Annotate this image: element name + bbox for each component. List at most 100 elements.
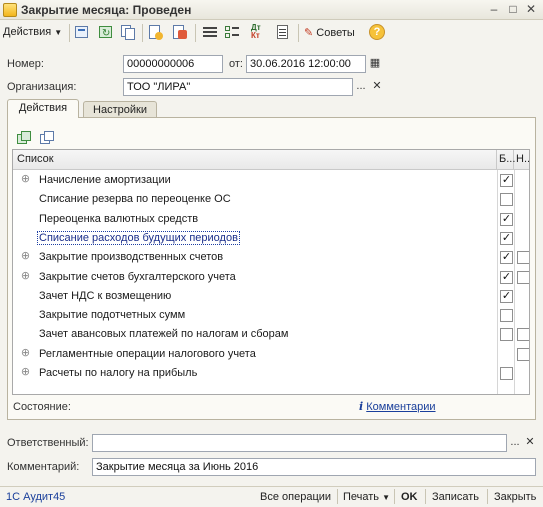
b-checkbox[interactable] xyxy=(500,309,513,323)
footer-separator xyxy=(394,489,395,504)
org-clear-icon[interactable]: ✕ xyxy=(369,79,385,95)
table-header: Список Б... Н... xyxy=(13,150,529,170)
responsible-select-button[interactable]: ... xyxy=(507,435,523,451)
settings-list-icon[interactable] xyxy=(223,24,241,41)
row-label: Регламентные операции налогового учета xyxy=(39,347,256,360)
help-icon[interactable]: ? xyxy=(369,24,385,40)
user-name: 1С Аудит45 xyxy=(6,491,66,503)
minimize-icon[interactable]: – xyxy=(486,2,502,17)
save-button[interactable]: Записать xyxy=(432,491,479,503)
expand-icon[interactable]: ⊕ xyxy=(20,270,31,282)
org-field[interactable]: ТОО "ЛИРА" xyxy=(123,78,353,96)
table-row[interactable]: ⊕ Расчеты по налогу на прибыль xyxy=(13,364,529,383)
responsible-field[interactable] xyxy=(92,434,507,452)
column-header-n[interactable]: Н... xyxy=(514,150,529,170)
advice-button[interactable]: ✎ Советы xyxy=(304,26,355,39)
responsible-clear-icon[interactable]: ✕ xyxy=(522,435,538,451)
table-row[interactable]: Зачет авансовых платежей по налогам и сб… xyxy=(13,325,529,344)
row-label: Закрытие счетов бухгалтерского учета xyxy=(39,270,236,283)
advice-label: Советы xyxy=(316,27,355,39)
b-checkbox[interactable]: ✓ xyxy=(500,270,513,284)
dt-kt-icon[interactable]: Дт Кт xyxy=(251,24,269,41)
title-bar: Закрытие месяца: Проведен – □ ✕ xyxy=(0,0,543,20)
create-based-on-icon[interactable] xyxy=(147,24,165,41)
actions-menu-label: Действия xyxy=(3,26,52,38)
toolbar-separator xyxy=(298,24,299,42)
info-icon: i xyxy=(359,400,364,413)
dropdown-arrow-icon: ▼ xyxy=(382,493,391,502)
report-icon[interactable] xyxy=(274,24,292,41)
expand-icon[interactable]: ⊕ xyxy=(20,347,31,359)
table-row[interactable]: Переоценка валютных средств ✓ xyxy=(13,210,529,229)
n-checkbox[interactable] xyxy=(517,270,529,284)
actions-menu[interactable]: Действия ▼ xyxy=(3,26,62,38)
close-button[interactable]: Закрыть xyxy=(494,491,536,503)
comment-label: Комментарий: xyxy=(7,461,80,473)
column-header-b[interactable]: Б... xyxy=(497,150,515,170)
b-checkbox[interactable]: ✓ xyxy=(500,212,513,226)
print-button[interactable]: Печать ▼ xyxy=(343,491,390,503)
footer-bar: 1С Аудит45 Все операции Печать ▼ OK Запи… xyxy=(0,486,543,507)
org-label: Организация: xyxy=(7,81,77,93)
print-label: Печать xyxy=(343,491,380,503)
responsible-label: Ответственный: xyxy=(7,437,89,449)
tab-actions[interactable]: Действия xyxy=(7,99,79,118)
b-checkbox[interactable]: ✓ xyxy=(500,251,513,265)
toolbar-separator xyxy=(195,24,196,42)
row-label: Зачет авансовых платежей по налогам и сб… xyxy=(39,328,289,341)
table-row[interactable]: Закрытие подотчетных сумм xyxy=(13,306,529,325)
row-label: Расчеты по налогу на прибыль xyxy=(39,367,198,379)
expand-icon[interactable]: ⊕ xyxy=(20,367,31,378)
comments-link[interactable]: i Комментарии xyxy=(359,400,436,413)
column-header-list[interactable]: Список xyxy=(13,150,497,170)
list-icon[interactable] xyxy=(201,24,219,41)
table-row[interactable]: Списание резерва по переоценке ОС xyxy=(13,190,529,209)
date-label: от: xyxy=(229,58,243,70)
ok-button[interactable]: OK xyxy=(401,491,418,503)
comments-link-label: Комментарии xyxy=(366,401,436,413)
b-checkbox[interactable]: ✓ xyxy=(500,174,513,187)
table-row[interactable]: Зачет НДС к возмещению ✓ xyxy=(13,287,529,306)
toolbar: Действия ▼ ↻ Дт Кт ✎ Советы ? xyxy=(0,21,543,45)
post-document-icon[interactable] xyxy=(73,24,91,41)
table-row[interactable]: ⊕ Закрытие производственных счетов ✓ xyxy=(13,248,529,267)
row-label: Списание резерва по переоценке ОС xyxy=(39,193,231,206)
table-row[interactable]: ⊕ Регламентные операции налогового учета xyxy=(13,345,529,364)
number-label: Номер: xyxy=(7,58,44,70)
advice-icon: ✎ xyxy=(304,27,314,39)
close-icon[interactable]: ✕ xyxy=(523,2,539,17)
check-all-icon[interactable] xyxy=(17,131,32,145)
b-checkbox[interactable] xyxy=(500,193,513,207)
expand-icon[interactable]: ⊕ xyxy=(20,251,31,262)
all-operations-button[interactable]: Все операции xyxy=(260,491,331,503)
org-select-button[interactable]: ... xyxy=(353,79,369,95)
uncheck-all-icon[interactable] xyxy=(40,131,55,145)
maximize-icon[interactable]: □ xyxy=(505,2,521,17)
date-field[interactable]: 30.06.2016 12:00:00 xyxy=(246,55,366,73)
row-label: Переоценка валютных средств xyxy=(39,212,199,225)
table-row[interactable]: ⊕ Закрытие счетов бухгалтерского учета ✓ xyxy=(13,268,529,287)
tab-settings[interactable]: Настройки xyxy=(83,101,157,118)
b-checkbox[interactable]: ✓ xyxy=(500,289,513,303)
n-checkbox[interactable] xyxy=(517,251,529,265)
n-checkbox[interactable] xyxy=(517,347,529,361)
b-checkbox[interactable] xyxy=(500,328,513,342)
toolbar-separator xyxy=(142,24,143,42)
copy-icon[interactable] xyxy=(120,24,138,41)
row-label: Списание расходов будущих периодов xyxy=(37,230,240,245)
n-checkbox[interactable] xyxy=(517,328,529,342)
comment-field[interactable]: Закрытие месяца за Июнь 2016 xyxy=(92,458,536,476)
toolbar-separator xyxy=(69,24,70,42)
window-title: Закрытие месяца: Проведен xyxy=(21,3,192,17)
expand-icon[interactable]: ⊕ xyxy=(20,174,31,185)
structure-icon[interactable] xyxy=(171,24,189,41)
refresh-icon[interactable]: ↻ xyxy=(97,24,115,41)
table-row[interactable]: Списание расходов будущих периодов ✓ xyxy=(13,229,529,248)
b-checkbox[interactable] xyxy=(500,367,513,380)
row-label: Начисление амортизации xyxy=(39,174,171,186)
b-checkbox[interactable]: ✓ xyxy=(500,231,513,245)
number-field[interactable]: 00000000006 xyxy=(123,55,223,73)
calendar-icon[interactable]: ▦ xyxy=(367,56,383,72)
table-row[interactable]: ⊕ Начисление амортизации ✓ xyxy=(13,171,529,190)
footer-separator xyxy=(425,489,426,504)
